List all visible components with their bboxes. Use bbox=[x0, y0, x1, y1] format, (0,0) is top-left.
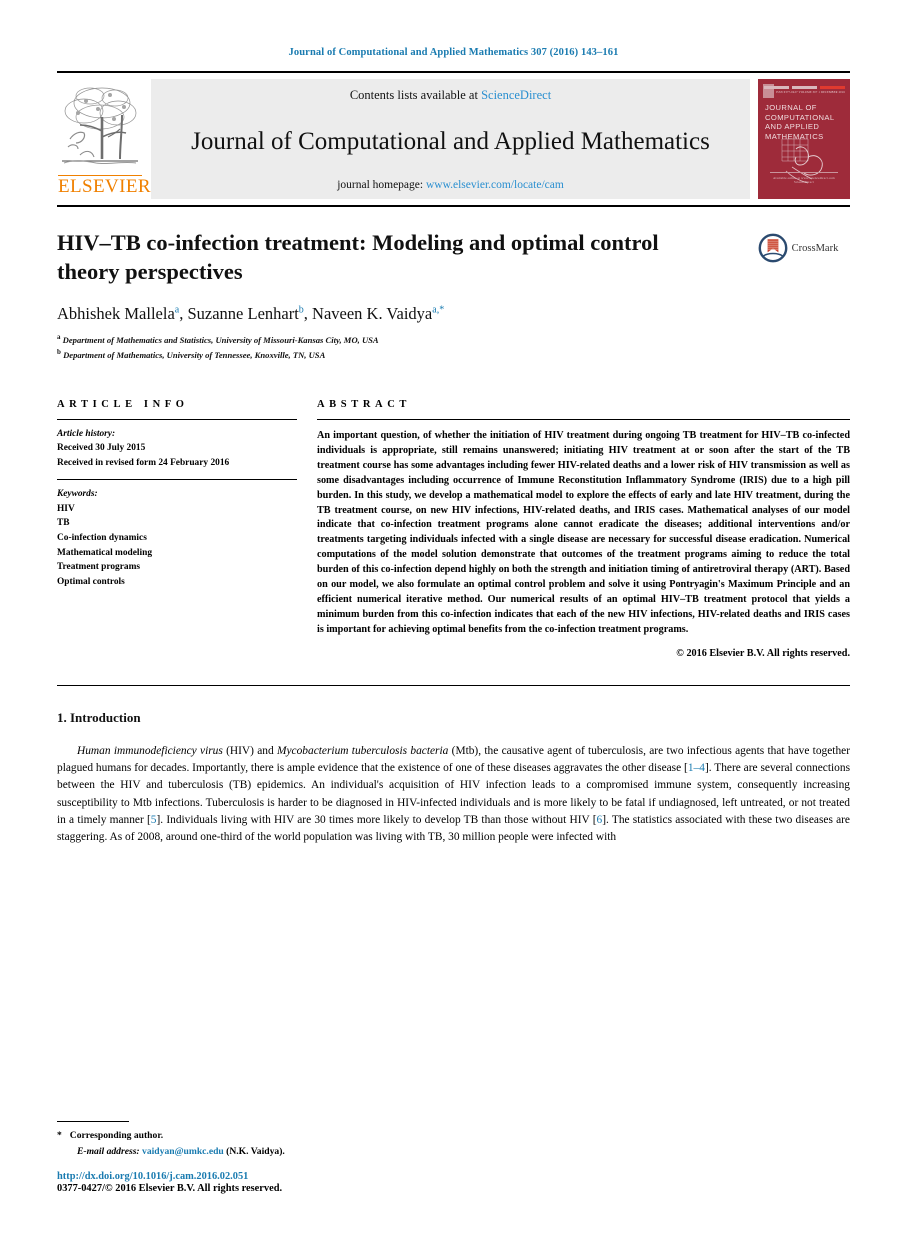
intro-text-d: ]. Individuals living with HIV are 30 ti… bbox=[156, 813, 597, 826]
section-divider bbox=[57, 684, 850, 686]
elsevier-logo: ELSEVIER bbox=[57, 79, 151, 199]
article-title-block: CrossMark HIV–TB co-infection treatment:… bbox=[57, 229, 850, 363]
contents-prefix: Contents lists available at bbox=[349, 88, 482, 102]
elsevier-wordmark: ELSEVIER bbox=[58, 175, 151, 198]
article-history-received: Received 30 July 2015 bbox=[57, 443, 146, 454]
journal-title: Journal of Computational and Applied Mat… bbox=[191, 127, 710, 155]
journal-masthead: ELSEVIER Contents lists available at Sci… bbox=[57, 71, 850, 207]
keyword-item: TB bbox=[57, 518, 70, 529]
doi-link[interactable]: http://dx.doi.org/10.1016/j.cam.2016.02.… bbox=[57, 1171, 557, 1182]
homepage-prefix: journal homepage: bbox=[337, 179, 426, 191]
contents-available-line: Contents lists available at ScienceDirec… bbox=[350, 88, 551, 103]
abstract-copyright: © 2016 Elsevier B.V. All rights reserved… bbox=[676, 647, 850, 659]
keywords-list: Keywords: HIV TB Co-infection dynamics M… bbox=[57, 480, 297, 590]
footnote-star: * bbox=[57, 1130, 62, 1142]
keyword-item: Mathematical modeling bbox=[57, 547, 153, 558]
keyword-item: Treatment programs bbox=[57, 562, 141, 573]
author-name-2[interactable]: Suzanne Lenhart bbox=[187, 304, 298, 323]
elsevier-tree-icon bbox=[60, 81, 140, 173]
keywords-label: Keywords: bbox=[57, 489, 98, 500]
abstract-text: An important question, of whether the in… bbox=[317, 430, 850, 635]
page-title: HIV–TB co-infection treatment: Modeling … bbox=[57, 230, 659, 284]
journal-homepage-line: journal homepage: www.elsevier.com/locat… bbox=[337, 179, 564, 191]
masthead-center: Contents lists available at ScienceDirec… bbox=[151, 79, 750, 199]
intro-italic-hiv: Human immunodeficiency virus bbox=[77, 744, 223, 757]
journal-cover-thumbnail[interactable]: ISSN 0377-0427 VOLUME 307 1 DECEMBER 201… bbox=[758, 79, 850, 199]
affiliation-b: b Department of Mathematics, University … bbox=[57, 347, 850, 363]
info-abstract-row: ARTICLE INFO Article history: Received 3… bbox=[57, 399, 850, 659]
running-head: Journal of Computational and Applied Mat… bbox=[288, 47, 619, 58]
article-info-column: ARTICLE INFO Article history: Received 3… bbox=[57, 399, 297, 658]
abstract-heading: ABSTRACT bbox=[317, 399, 411, 411]
affiliation-marker-b: b bbox=[57, 348, 61, 357]
corresponding-author-text: Corresponding author. bbox=[69, 1130, 164, 1142]
article-info-heading: ARTICLE INFO bbox=[57, 399, 189, 411]
email-owner: (N.K. Vaidya). bbox=[226, 1145, 285, 1157]
paper-page: Journal of Computational and Applied Mat… bbox=[0, 0, 907, 1238]
abstract-column: ABSTRACT An important question, of wheth… bbox=[317, 399, 850, 659]
author-affil-marker-2: b bbox=[298, 304, 304, 316]
cover-foot-line2: ScienceDirect bbox=[794, 180, 814, 185]
cover-issue-labels: ISSN 0377-0427 VOLUME 307 1 DECEMBER 201… bbox=[776, 91, 845, 94]
email-label: E-mail address: bbox=[77, 1145, 140, 1157]
crossmark-badge[interactable]: CrossMark bbox=[746, 233, 850, 263]
affiliation-a: a Department of Mathematics and Statisti… bbox=[57, 332, 850, 348]
email-link[interactable]: vaidyan@umkc.edu bbox=[142, 1146, 224, 1157]
author-name-1[interactable]: Abhishek Mallela bbox=[57, 304, 175, 323]
cover-label-issn: ISSN 0377-0427 bbox=[776, 91, 798, 94]
article-history: Article history: Received 30 July 2015 R… bbox=[57, 420, 297, 479]
cover-label-volume: VOLUME 307 bbox=[798, 91, 818, 94]
email-note: E-mail address: vaidyan@umkc.edu (N.K. V… bbox=[57, 1144, 557, 1159]
cover-top-bar bbox=[764, 86, 845, 89]
affiliation-text-a: Department of Mathematics and Statistics… bbox=[62, 334, 379, 345]
keyword-item: Optimal controls bbox=[57, 577, 125, 588]
affiliation-list: a Department of Mathematics and Statisti… bbox=[57, 332, 850, 364]
citation-link-1[interactable]: 1–4 bbox=[688, 762, 705, 774]
cover-footer: Available online at www.sciencedirect.co… bbox=[770, 171, 838, 185]
intro-text-a: (HIV) and bbox=[222, 744, 278, 757]
journal-homepage-link[interactable]: www.elsevier.com/locate/cam bbox=[426, 179, 564, 191]
introduction-paragraph: Human immunodeficiency virus (HIV) and M… bbox=[57, 743, 850, 847]
article-history-label: Article history: bbox=[57, 429, 116, 440]
intro-italic-mtb: Mycobacterium tuberculosis bacteria bbox=[277, 744, 449, 757]
affiliation-marker-a: a bbox=[57, 332, 61, 341]
page-footer: * Corresponding author. E-mail address: v… bbox=[57, 1121, 557, 1194]
keyword-item: Co-infection dynamics bbox=[57, 533, 147, 544]
cover-label-date: 1 DECEMBER 2016 bbox=[818, 91, 845, 94]
corresponding-author-marker[interactable]: * bbox=[439, 305, 444, 316]
crossmark-label: CrossMark bbox=[791, 242, 839, 254]
sciencedirect-link[interactable]: ScienceDirect bbox=[481, 88, 551, 102]
crossmark-icon bbox=[758, 233, 788, 263]
author-name-3[interactable]: Naveen K. Vaidya bbox=[312, 304, 432, 323]
corresponding-author-note: * Corresponding author. bbox=[57, 1128, 557, 1143]
issn-copyright: 0377-0427/© 2016 Elsevier B.V. All right… bbox=[57, 1183, 283, 1194]
author-affil-marker-1: a bbox=[174, 304, 180, 316]
affiliation-text-b: Department of Mathematics, University of… bbox=[63, 350, 326, 361]
article-history-revised: Received in revised form 24 February 201… bbox=[57, 457, 230, 468]
keyword-item: HIV bbox=[57, 503, 75, 514]
introduction-heading: 1. Introduction bbox=[57, 709, 141, 725]
footnote-rule bbox=[57, 1121, 129, 1123]
author-list: Abhishek Mallelaa, Suzanne Lenhartb, Nav… bbox=[57, 304, 445, 324]
